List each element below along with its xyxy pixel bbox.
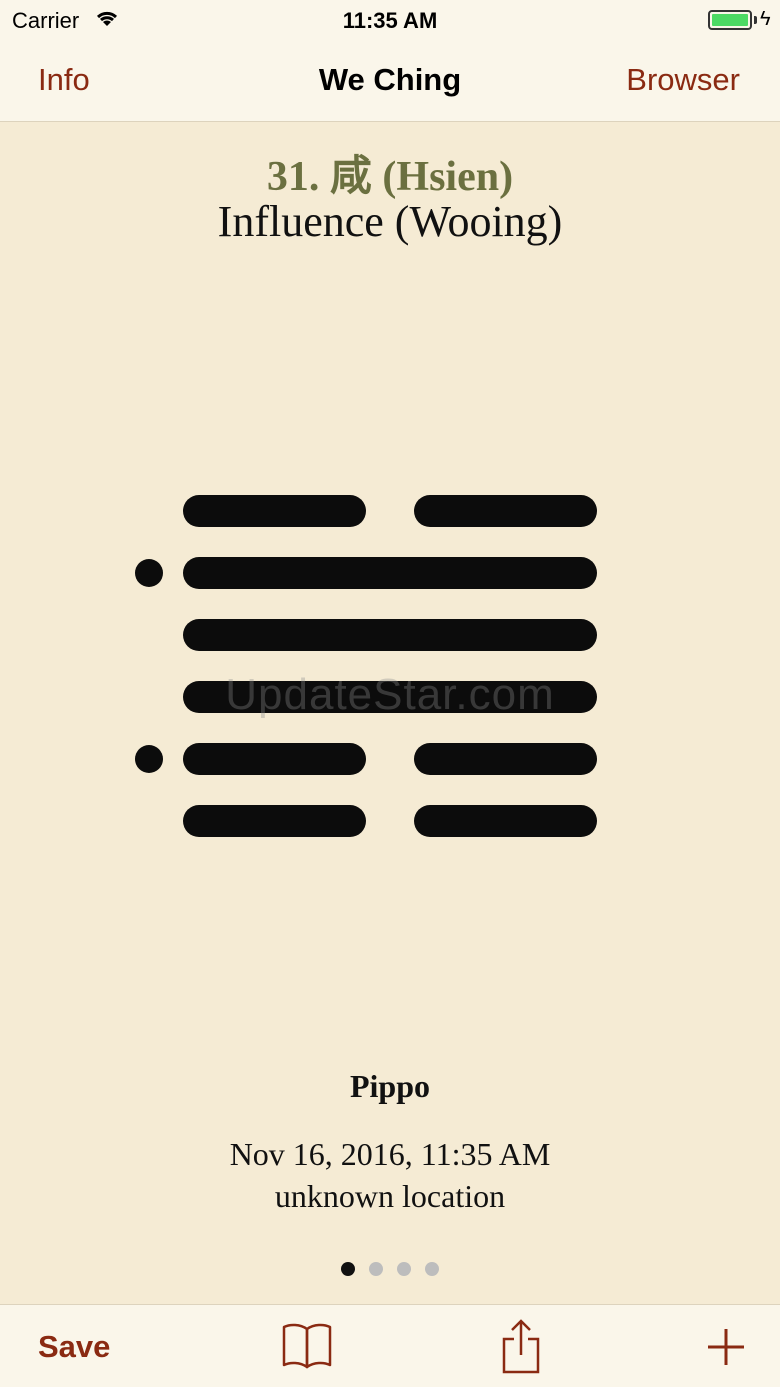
yin-line-segment: [183, 805, 366, 837]
yin-line-segment: [414, 805, 597, 837]
changing-line-marker: [135, 559, 163, 587]
book-icon[interactable]: [280, 1321, 334, 1371]
watermark: UpdateStar.com: [225, 670, 555, 719]
reading-location: unknown location: [274, 1178, 506, 1214]
page-dot[interactable]: [397, 1262, 411, 1276]
yin-line-segment: [414, 495, 597, 527]
reading-person: Pippo: [349, 1068, 431, 1104]
page-dot[interactable]: [369, 1262, 383, 1276]
page-indicator[interactable]: [0, 1262, 780, 1276]
bottom-toolbar: Save: [0, 1304, 780, 1387]
yang-line: [183, 619, 597, 651]
changing-line-marker: [135, 745, 163, 773]
page-dot[interactable]: [425, 1262, 439, 1276]
reading-datetime: Nov 16, 2016, 11:35 AM: [229, 1136, 551, 1172]
yang-line: [183, 557, 597, 589]
plus-icon[interactable]: [706, 1327, 746, 1367]
yin-line-segment: [414, 743, 597, 775]
share-icon[interactable]: [500, 1317, 542, 1375]
save-button[interactable]: Save: [38, 1329, 110, 1365]
yin-line-segment: [183, 743, 366, 775]
yin-line-segment: [183, 495, 366, 527]
page-dot[interactable]: [341, 1262, 355, 1276]
